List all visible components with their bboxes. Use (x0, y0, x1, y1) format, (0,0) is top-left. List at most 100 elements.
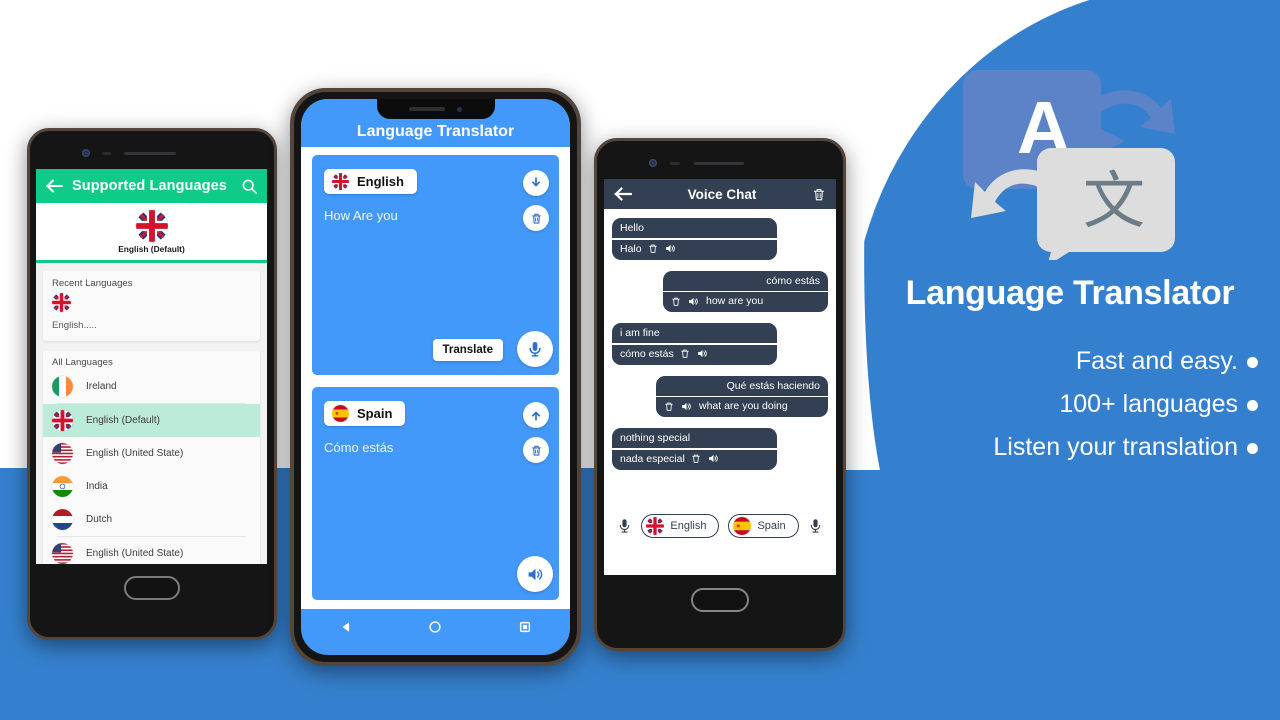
home-button[interactable] (124, 576, 180, 600)
trash-icon[interactable] (664, 401, 674, 412)
search-icon[interactable] (242, 179, 257, 194)
microphone-icon[interactable] (808, 516, 823, 536)
current-language-label: English (Default) (118, 243, 185, 254)
page-title: Voice Chat (687, 186, 757, 202)
all-languages-list: All Languages Ireland English (Default) (43, 351, 260, 564)
language-label: India (86, 481, 108, 492)
recent-languages-heading: Recent Languages (52, 278, 133, 289)
appbar-spacer (301, 147, 570, 155)
speaker-icon[interactable] (517, 556, 553, 592)
earpiece-speaker-icon (409, 107, 445, 111)
trash-icon[interactable] (691, 453, 701, 464)
trash-icon[interactable] (523, 437, 549, 463)
chat-messages: Hello Halo cómo estás how are you i am f… (604, 209, 836, 544)
speaker-icon[interactable] (707, 453, 720, 464)
nav-recents-icon[interactable] (518, 620, 532, 634)
message-translation-row: how are you (663, 292, 828, 312)
source-panel-wrap: English How Are you Translate (301, 155, 570, 375)
speaker-icon[interactable] (680, 401, 693, 412)
language-label: English (Default) (86, 415, 160, 426)
target-panel: Spain Cómo estás (312, 387, 559, 600)
phone3-screen: Voice Chat Hello Halo cómo estás how are… (604, 179, 836, 575)
message-original: i am fine (612, 323, 777, 343)
promo-feature-label: 100+ languages (1059, 390, 1238, 418)
source-text[interactable]: How Are you (324, 208, 547, 223)
page-title: Supported Languages (72, 178, 227, 194)
speaker-icon[interactable] (696, 348, 709, 359)
promo-feature-item: Fast and easy. (860, 347, 1258, 376)
upload-arrow-icon[interactable] (523, 402, 549, 428)
voice-chat-bottom-bar: English Spain (604, 508, 836, 544)
target-language-label: Spain (357, 406, 393, 421)
ireland-flag (52, 376, 73, 397)
back-arrow-icon[interactable] (614, 187, 632, 201)
promo-feature-label: Listen your translation (993, 433, 1238, 461)
microphone-icon[interactable] (517, 331, 553, 367)
bottom-language-selector-right[interactable]: Spain (728, 514, 799, 538)
promo-feature-item: 100+ languages (860, 390, 1258, 419)
spain-flag (332, 405, 349, 422)
message-original: Qué estás haciendo (656, 375, 828, 396)
phone1-status-bar (36, 131, 267, 169)
bullet-dot-icon (1247, 442, 1258, 454)
speaker-icon[interactable] (687, 296, 700, 307)
trash-icon[interactable] (812, 187, 826, 202)
proximity-sensor-icon (102, 152, 111, 155)
recent-languages-card: Recent Languages English..... (43, 271, 260, 341)
promo-feature-item: Listen your translation (860, 433, 1258, 462)
trash-icon[interactable] (671, 296, 681, 307)
earpiece-speaker-icon (124, 152, 176, 155)
uk-flag[interactable] (52, 293, 71, 312)
message-translation: Halo (620, 242, 642, 255)
trash-icon[interactable] (523, 205, 549, 231)
language-row-english-us-2[interactable]: English (United State) (43, 537, 260, 564)
source-language-selector[interactable]: English (324, 169, 417, 194)
india-flag (52, 476, 73, 497)
chat-bubble: Qué estás haciendo what are you doing (656, 375, 828, 417)
uk-flag (135, 209, 168, 242)
earpiece-speaker-icon (694, 162, 744, 165)
language-row-ireland[interactable]: Ireland (43, 370, 260, 403)
microphone-icon[interactable] (617, 516, 632, 536)
language-row-dutch[interactable]: Dutch (43, 503, 260, 536)
languages-body: Recent Languages English..... All Langua… (36, 263, 267, 564)
proximity-sensor-icon (670, 162, 680, 165)
nav-home-icon[interactable] (428, 620, 442, 634)
language-row-english-default[interactable]: English (Default) (43, 404, 260, 437)
nav-back-icon[interactable] (339, 620, 353, 634)
target-language-selector[interactable]: Spain (324, 401, 406, 426)
front-camera-icon (457, 106, 462, 112)
chat-bubble: cómo estás how are you (663, 270, 828, 312)
language-label: Spain (757, 520, 786, 532)
netherlands-flag (52, 509, 73, 530)
speaker-icon[interactable] (664, 243, 677, 254)
promo-feature-label: Fast and easy. (1075, 347, 1238, 375)
trash-icon[interactable] (680, 348, 690, 359)
panel-gap (301, 375, 570, 387)
language-label: Dutch (86, 514, 113, 525)
usa-flag (52, 543, 73, 564)
recent-language-item-label[interactable]: English..... (52, 320, 251, 331)
translate-button[interactable]: Translate (432, 339, 503, 361)
download-arrow-icon[interactable] (523, 170, 549, 196)
back-arrow-icon[interactable] (46, 179, 63, 193)
language-row-english-us-1[interactable]: English (United State) (43, 437, 260, 470)
language-row-india[interactable]: India (43, 470, 260, 503)
trash-icon[interactable] (648, 243, 658, 254)
phone1-screen: Supported Languages English (Default) Re… (36, 169, 267, 564)
phone-voice-chat: Voice Chat Hello Halo cómo estás how are… (594, 138, 846, 651)
chat-bubble: Hello Halo (612, 218, 777, 260)
promo-panel: A 文 Language Translator Fast and easy. 1… (860, 60, 1280, 476)
language-label: English (670, 520, 707, 532)
source-language-label: English (357, 174, 404, 189)
language-label: Ireland (86, 381, 117, 392)
promo-feature-list: Fast and easy. 100+ languages Listen you… (860, 347, 1280, 462)
front-camera-icon (82, 149, 90, 157)
message-translation-row: Halo (612, 239, 777, 260)
home-button[interactable] (691, 588, 749, 612)
message-translation-row: nada especial (612, 449, 777, 470)
source-panel: English How Are you Translate (312, 155, 559, 375)
bottom-language-selector-left[interactable]: English (641, 514, 720, 538)
message-translation: nada especial (620, 452, 685, 465)
uk-flag (52, 410, 73, 431)
